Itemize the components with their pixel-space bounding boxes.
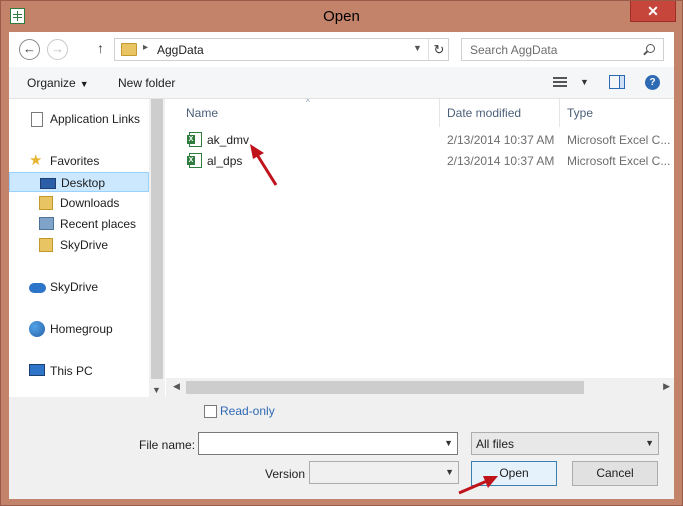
column-header-name[interactable]: ^ Name — [166, 98, 440, 127]
nav-item-label: SkyDrive — [50, 280, 99, 294]
title-bar[interactable]: Open ✕ — [1, 1, 682, 32]
nav-item-desktop[interactable]: Desktop — [9, 172, 149, 192]
scroll-left-icon[interactable]: ◀ — [173, 381, 180, 392]
nav-item-skydrive-favorite[interactable]: SkyDrive — [9, 235, 149, 255]
column-header-label: Type — [567, 106, 594, 120]
read-only-checkbox[interactable] — [204, 405, 217, 418]
preview-pane-icon[interactable] — [609, 75, 625, 89]
breadcrumb-separator-icon[interactable]: ▸ — [143, 42, 148, 53]
search-icon[interactable] — [646, 44, 655, 53]
excel-csv-icon — [187, 132, 202, 147]
chevron-down-icon[interactable]: ▼ — [444, 438, 453, 448]
file-name-combobox[interactable]: ▼ — [198, 432, 458, 455]
nav-item-downloads[interactable]: Downloads — [9, 193, 149, 213]
file-type-filter[interactable]: All files ▼ — [471, 432, 659, 455]
nav-scrollbar-thumb[interactable] — [151, 99, 163, 379]
scroll-down-icon[interactable]: ▼ — [152, 385, 161, 395]
nav-item-label: Application Links — [50, 112, 141, 126]
address-row: ← → ↑ ▸ AggData ▼ ↻ — [9, 32, 674, 67]
nav-item-label: Desktop — [61, 176, 106, 190]
nav-item-label: Favorites — [50, 154, 100, 168]
file-name: ak_dmv — [207, 133, 250, 147]
command-toolbar: Organize ▼ New folder ▼ ? — [9, 67, 674, 99]
homegroup-icon — [29, 321, 45, 337]
organize-menu[interactable]: Organize ▼ — [27, 76, 89, 90]
chevron-down-icon[interactable]: ▼ — [645, 438, 654, 448]
nav-item-label: Recent places — [60, 217, 137, 231]
search-box[interactable] — [461, 38, 664, 61]
excel-csv-icon — [187, 153, 202, 168]
address-bar[interactable]: ▸ AggData ▼ ↻ — [114, 38, 449, 61]
window-title: Open — [323, 8, 360, 25]
computer-icon — [29, 364, 45, 376]
chevron-down-icon[interactable]: ▼ — [445, 467, 454, 477]
desktop-icon — [40, 178, 56, 189]
cloud-icon — [29, 283, 46, 293]
file-type: Microsoft Excel C... — [567, 133, 671, 147]
open-button[interactable]: Open — [471, 461, 557, 486]
column-header-label: Name — [186, 106, 219, 120]
cancel-button[interactable]: Cancel — [572, 461, 658, 486]
sort-ascending-icon: ^ — [306, 98, 310, 107]
skydrive-folder-icon — [39, 238, 53, 252]
close-button[interactable]: ✕ — [630, 1, 676, 22]
horizontal-scrollbar[interactable]: ◀ ▶ — [166, 378, 674, 397]
nav-item-homegroup[interactable]: Homegroup — [9, 319, 149, 339]
file-row[interactable]: al_dps 2/13/2014 10:37 AM Microsoft Exce… — [166, 151, 674, 172]
version-combobox[interactable]: ▼ — [309, 461, 459, 484]
view-options-icon[interactable] — [553, 77, 567, 89]
column-header-label: Date modified — [447, 106, 522, 120]
file-type: Microsoft Excel C... — [567, 154, 671, 168]
version-label: Version — [265, 467, 306, 481]
organize-label: Organize — [27, 76, 76, 90]
file-name: al_dps — [207, 154, 243, 168]
nav-item-application-links[interactable]: Application Links — [9, 109, 149, 129]
new-folder-button[interactable]: New folder — [118, 76, 175, 90]
downloads-folder-icon — [39, 196, 53, 210]
file-name-input[interactable] — [199, 433, 439, 454]
nav-item-label: Downloads — [60, 196, 120, 210]
chevron-down-icon: ▼ — [79, 79, 89, 89]
nav-item-label: This PC — [50, 364, 93, 378]
folder-icon — [121, 43, 137, 56]
nav-item-skydrive[interactable]: SkyDrive — [9, 277, 149, 297]
file-row[interactable]: ak_dmv 2/13/2014 10:37 AM Microsoft Exce… — [166, 130, 674, 151]
recent-places-icon — [39, 217, 54, 230]
refresh-button[interactable]: ↻ — [428, 39, 449, 60]
star-icon: ★ — [29, 152, 43, 169]
horizontal-scrollbar-thumb[interactable] — [186, 381, 584, 394]
help-icon[interactable]: ? — [645, 75, 660, 90]
dialog-client-area: ← → ↑ ▸ AggData ▼ ↻ Organize▼ New folder… — [9, 32, 674, 499]
forward-button[interactable]: → — [47, 39, 68, 60]
file-date: 2/13/2014 10:37 AM — [447, 133, 555, 147]
nav-item-label: SkyDrive — [60, 238, 109, 252]
breadcrumb-aggdata[interactable]: AggData — [157, 43, 204, 57]
navigation-pane: Application Links ★ Favorites Desktop Do… — [9, 99, 165, 397]
address-dropdown-icon[interactable]: ▼ — [413, 43, 422, 53]
nav-item-this-pc[interactable]: This PC — [9, 361, 149, 381]
search-input[interactable] — [462, 39, 637, 60]
read-only-label[interactable]: Read-only — [220, 404, 275, 418]
up-button[interactable]: ↑ — [97, 40, 104, 56]
file-date: 2/13/2014 10:37 AM — [447, 154, 555, 168]
scroll-right-icon[interactable]: ▶ — [663, 381, 670, 392]
open-dialog-window: Open ✕ ← → ↑ ▸ AggData ▼ ↻ Organize▼ Ne — [0, 0, 683, 506]
column-header-type[interactable]: Type — [560, 99, 674, 127]
file-name-label: File name: — [139, 438, 196, 452]
file-type-filter-value: All files — [476, 437, 515, 451]
bottom-panel: Read-only File name: ▼ All files ▼ Versi… — [9, 397, 674, 499]
nav-item-recent-places[interactable]: Recent places — [9, 214, 149, 234]
view-dropdown-icon[interactable]: ▼ — [580, 77, 589, 87]
file-list: ^ Name Date modified Type ak_dmv 2/13/20… — [166, 98, 674, 397]
nav-scrollbar[interactable]: ▼ — [149, 99, 165, 397]
back-button[interactable]: ← — [19, 39, 40, 60]
nav-item-label: Homegroup — [50, 322, 113, 336]
nav-item-favorites[interactable]: ★ Favorites — [9, 151, 149, 171]
column-header-date-modified[interactable]: Date modified — [440, 99, 560, 127]
document-icon — [31, 112, 43, 127]
